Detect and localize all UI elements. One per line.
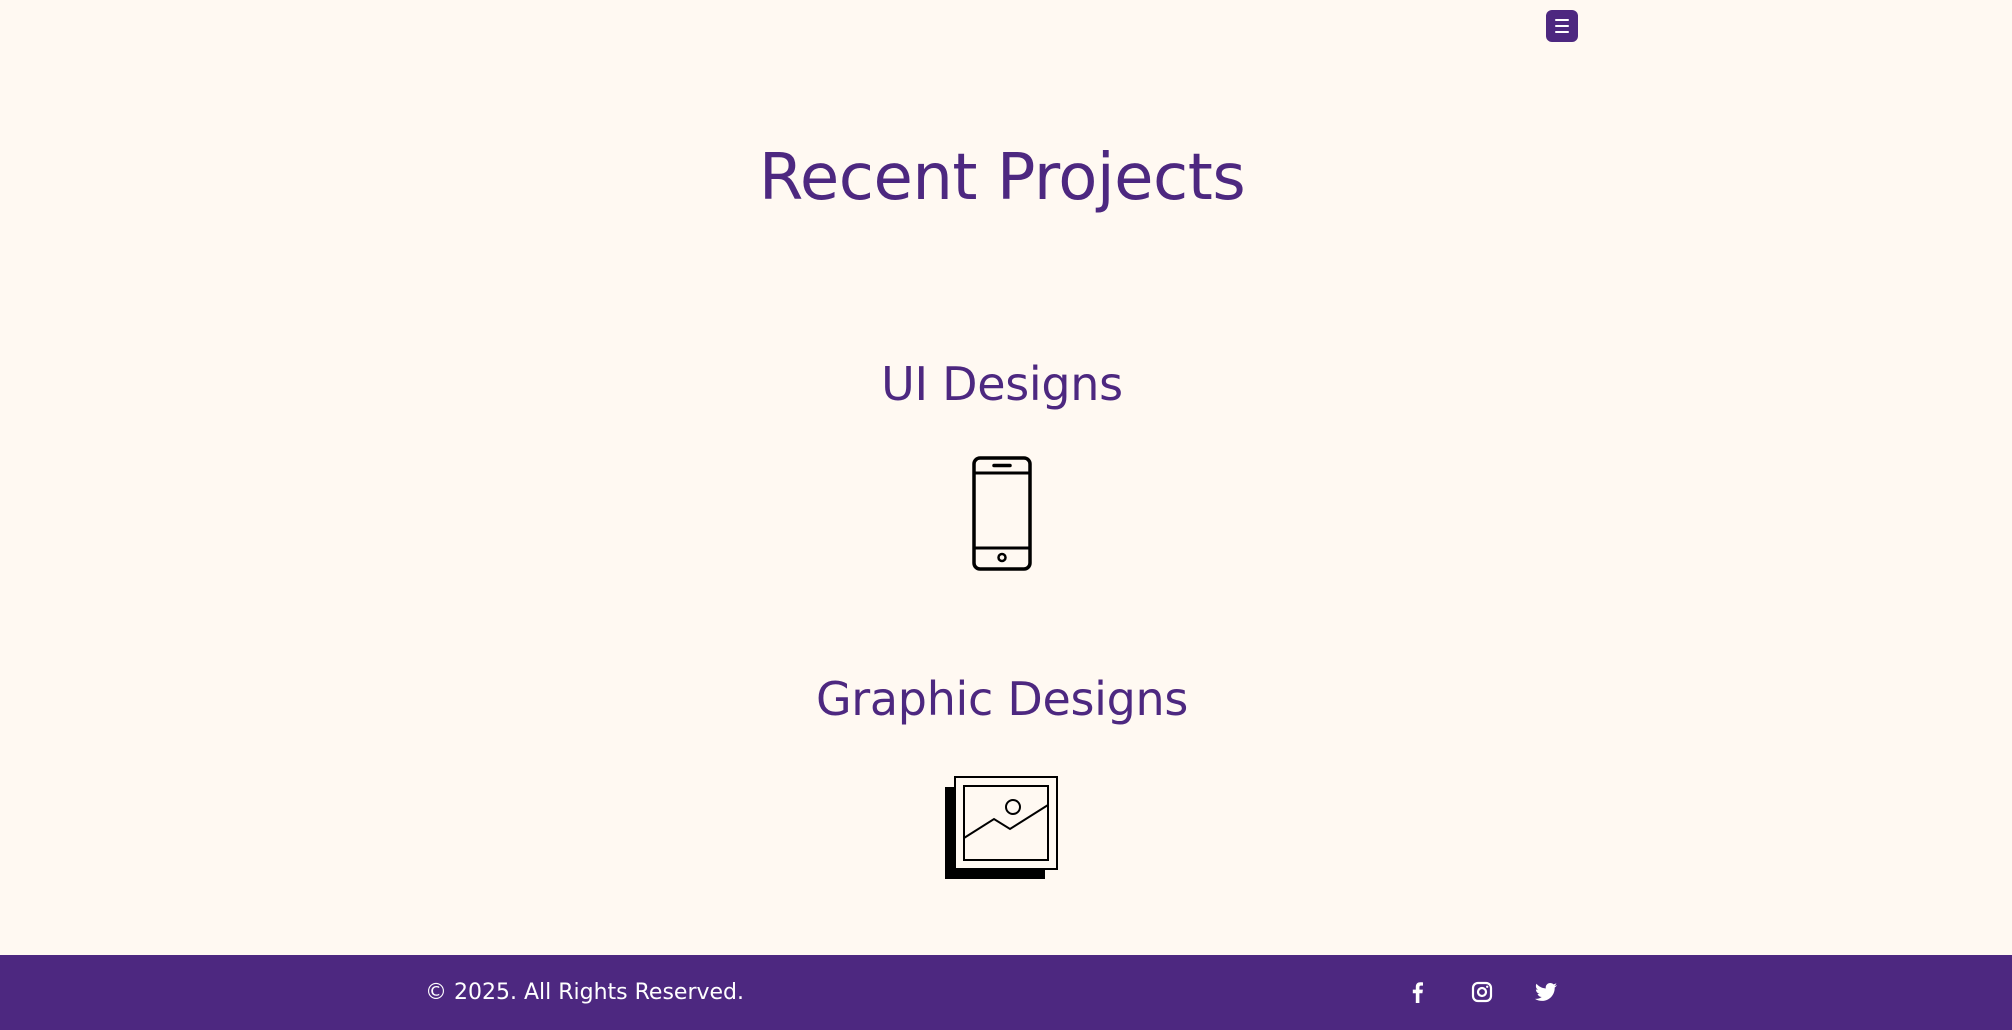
twitter-icon: [1535, 983, 1557, 1001]
page-title: Recent Projects: [758, 141, 1246, 215]
image-gallery-icon[interactable]: [944, 775, 1060, 881]
twitter-link[interactable]: [1534, 980, 1558, 1004]
copyright-text: © 2025. All Rights Reserved.: [425, 980, 745, 1005]
hamburger-bar: [1555, 30, 1569, 33]
facebook-link[interactable]: [1406, 980, 1430, 1004]
hamburger-bar: [1555, 24, 1569, 28]
smartphone-icon[interactable]: [970, 456, 1034, 572]
instagram-link[interactable]: [1470, 980, 1494, 1004]
hamburger-menu-icon: [1555, 19, 1569, 22]
facebook-icon: [1412, 982, 1423, 1003]
footer: © 2025. All Rights Reserved.: [0, 955, 2012, 1030]
graphic-designs-title: Graphic Designs: [815, 672, 1189, 726]
instagram-icon: [1471, 981, 1493, 1003]
ui-designs-title: UI Designs: [881, 357, 1123, 411]
menu-button[interactable]: [1546, 10, 1578, 42]
